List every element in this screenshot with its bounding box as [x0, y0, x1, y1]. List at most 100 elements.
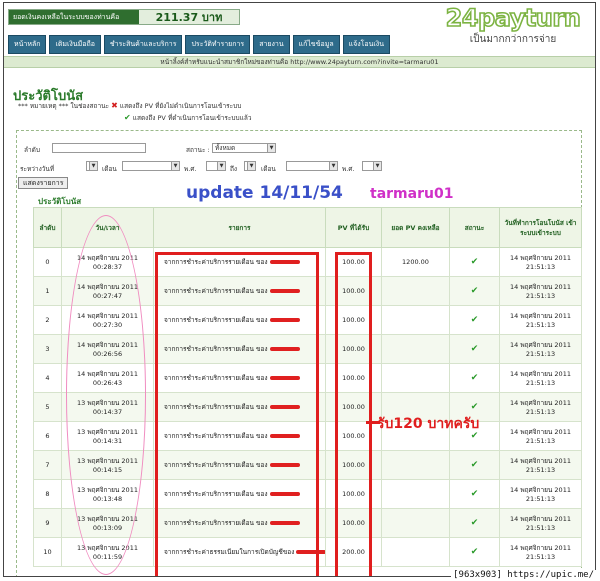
status-check-icon: ✔	[470, 257, 479, 267]
cell-order: 8	[33, 479, 62, 509]
cell-transfer-datetime: 14 พฤศจิกายน 2011 21:51:13	[499, 305, 582, 335]
cell-pv-balance	[381, 334, 450, 364]
cell-pv-balance	[381, 479, 450, 509]
status-select[interactable]: ทั้งหมด ▼	[212, 143, 276, 153]
cell-transfer-time: 21:51:13	[525, 408, 556, 416]
show-list-button[interactable]: แสดงรายการ	[18, 177, 69, 189]
from-day-select[interactable]: ▼	[86, 161, 98, 171]
cell-order: 4	[33, 363, 62, 393]
to-label: ถึง	[230, 165, 238, 173]
cell-transfer-datetime: 14 พฤศจิกายน 2011 21:51:13	[499, 479, 582, 509]
cell-pv-balance	[381, 508, 450, 538]
status-check-icon: ✔	[470, 518, 479, 528]
cell-pv-balance: 1200.00	[381, 247, 450, 277]
status-check-icon: ✔	[470, 489, 479, 499]
cell-order: 6	[33, 421, 62, 451]
cell-status: ✔	[449, 363, 500, 393]
screenshot-frame: ยอดเงินคงเหลือในระบบของท่านคือ 211.37 บา…	[3, 2, 596, 577]
nav-item-mobile-topup[interactable]: เติมเงินมือถือ	[49, 35, 101, 54]
cell-pv-balance	[381, 276, 450, 306]
chevron-down-icon: ▼	[373, 162, 381, 170]
nav-item-transfer-notify[interactable]: แจ้งโอนเงิน	[342, 35, 390, 54]
cell-transfer-time: 21:51:13	[525, 350, 556, 358]
cell-transfer-time: 21:51:13	[525, 437, 556, 445]
col-header-pv-received: PV ที่ได้รับ	[325, 207, 382, 248]
cell-transfer-date: 14 พฤศจิกายน 2011	[510, 457, 571, 465]
cell-order: 2	[33, 305, 62, 335]
cell-status: ✔	[449, 537, 500, 567]
from-month-select[interactable]: ▼	[122, 161, 180, 171]
status-select-value: ทั้งหมด	[215, 144, 236, 152]
red-box-description-annotation	[155, 252, 319, 576]
nav-item-edit-profile[interactable]: แก้ไขข้อมูล	[292, 35, 340, 54]
to-day-select[interactable]: ▼	[244, 161, 256, 171]
cell-order: 9	[33, 508, 62, 538]
nav-item-downline[interactable]: สายงาน	[253, 35, 290, 54]
from-year-select[interactable]: ▼	[206, 161, 226, 171]
cell-transfer-datetime: 14 พฤศจิกายน 2011 21:51:13	[499, 334, 582, 364]
cell-transfer-time: 21:51:13	[525, 466, 556, 474]
cell-transfer-date: 14 พฤศจิกายน 2011	[510, 428, 571, 436]
cell-order: 0	[33, 247, 62, 277]
update-annotation: update 14/11/54	[186, 183, 343, 203]
date-range-label: ระหว่างวันที่	[20, 165, 55, 173]
chevron-down-icon: ▼	[89, 162, 97, 170]
cell-transfer-date: 14 พฤศจิกายน 2011	[510, 515, 571, 523]
status-check-icon: ✔	[470, 315, 479, 325]
from-year-label: พ.ศ.	[184, 165, 197, 173]
cell-transfer-time: 21:51:13	[525, 495, 556, 503]
chevron-down-icon: ▼	[267, 144, 275, 152]
note-pending: *** หมายเหตุ *** ในช่องสถานะ ✖ แสดงถึง P…	[18, 101, 241, 111]
cell-status: ✔	[449, 450, 500, 480]
cell-transfer-time: 21:51:13	[525, 553, 556, 561]
cell-transfer-datetime: 14 พฤศจิกายน 2011 21:51:13	[499, 247, 582, 277]
status-check-icon: ✔	[470, 460, 479, 470]
note-prefix: *** หมายเหตุ *** ในช่องสถานะ	[18, 102, 110, 110]
cell-order: 10	[33, 537, 62, 567]
cell-transfer-date: 14 พฤศจิกายน 2011	[510, 254, 571, 262]
to-year-select[interactable]: ▼	[362, 161, 382, 171]
invite-link-bar: หน้าลิ้งค์สำหรับแนะนำสมาชิกใหม่ของท่านคื…	[4, 56, 595, 68]
status-label: สถานะ :	[186, 146, 210, 154]
note-done-text: แสดงถึง PV ที่ดำเนินการโอนเข้าระบบแล้ว	[132, 114, 252, 122]
chevron-down-icon: ▼	[171, 162, 179, 170]
chevron-down-icon: ▼	[247, 162, 255, 170]
cell-transfer-date: 14 พฤศจิกายน 2011	[510, 370, 571, 378]
col-header-status: สถานะ	[449, 207, 500, 248]
cell-order: 7	[33, 450, 62, 480]
status-check-icon: ✔	[470, 547, 479, 557]
cell-transfer-time: 21:51:13	[525, 292, 556, 300]
cell-transfer-datetime: 14 พฤศจิกายน 2011 21:51:13	[499, 450, 582, 480]
cell-transfer-date: 14 พฤศจิกายน 2011	[510, 486, 571, 494]
bonus-annotation: รับ120 บาทครับ	[377, 416, 480, 432]
cell-transfer-time: 21:51:13	[525, 263, 556, 271]
cell-pv-balance	[381, 450, 450, 480]
to-month-label: เดือน	[261, 165, 276, 173]
site-logo[interactable]: 24payturn เป็นมากกว่าการจ่าย	[437, 4, 589, 47]
pending-x-icon: ✖	[111, 101, 118, 110]
status-check-icon: ✔	[470, 402, 479, 412]
cell-status: ✔	[449, 247, 500, 277]
status-check-icon: ✔	[470, 373, 479, 383]
cell-order: 5	[33, 392, 62, 422]
chevron-down-icon: ▼	[217, 162, 225, 170]
cell-transfer-date: 14 พฤศจิกายน 2011	[510, 544, 571, 552]
note-done: ✔ แสดงถึง PV ที่ดำเนินการโอนเข้าระบบแล้ว	[124, 113, 252, 123]
order-input[interactable]	[52, 143, 146, 153]
cell-status: ✔	[449, 276, 500, 306]
to-month-select[interactable]: ▼	[286, 161, 338, 171]
cell-transfer-datetime: 14 พฤศจิกายน 2011 21:51:13	[499, 421, 582, 451]
nav-item-home[interactable]: หน้าหลัก	[8, 35, 47, 54]
logo-tagline: เป็นมากกว่าการจ่าย	[469, 34, 557, 45]
cell-transfer-time: 21:51:13	[525, 524, 556, 532]
nav-item-history[interactable]: ประวัติทำรายการ	[185, 35, 251, 54]
user-annotation: tarmaru01	[370, 186, 454, 202]
nav-item-bill-payment[interactable]: ชำระสินค้าและบริการ	[103, 35, 183, 54]
watermark: [963x903] https://upic.me/	[451, 570, 596, 580]
cell-pv-balance	[381, 305, 450, 335]
status-check-icon: ✔	[470, 344, 479, 354]
col-header-transfer-date: วันที่ทำการโอนโบนัส เข้าระบบเข้าระบบ	[499, 207, 582, 248]
cell-status: ✔	[449, 479, 500, 509]
cell-status: ✔	[449, 334, 500, 364]
balance-value: 211.37 บาท	[139, 10, 239, 24]
